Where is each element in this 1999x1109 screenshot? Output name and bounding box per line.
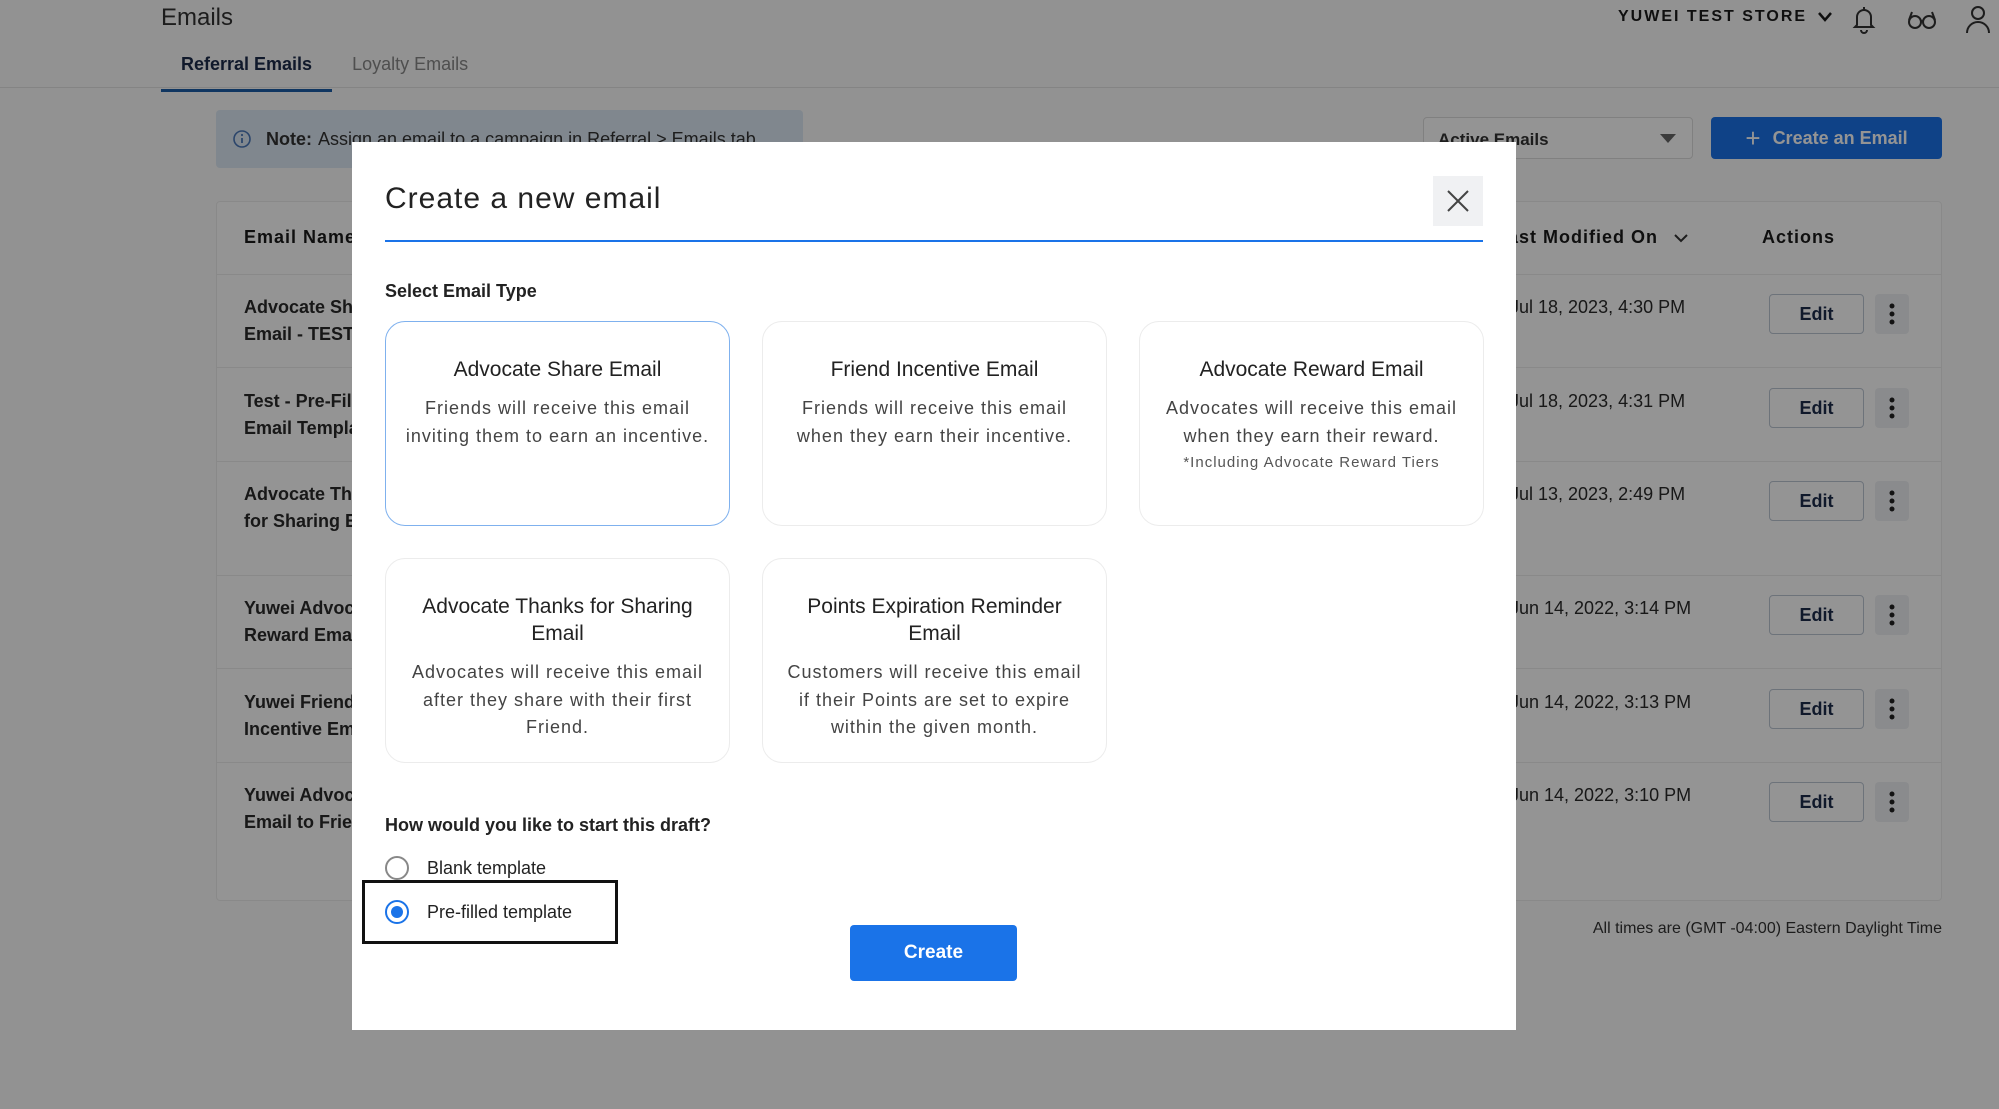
card-title: Points Expiration Reminder Email — [807, 595, 1062, 645]
card-description: Advocates will receive this email when t… — [1165, 398, 1458, 446]
card-description: Advocates will receive this email after … — [411, 662, 704, 737]
card-description: Friends will receive this email inviting… — [405, 398, 710, 446]
modal-title: Create a new email — [385, 182, 662, 215]
create-email-modal: Create a new email Select Email Type Adv… — [352, 142, 1516, 1030]
card-title: Advocate Thanks for Sharing Email — [422, 595, 693, 645]
create-button[interactable]: Create — [850, 925, 1017, 981]
close-button[interactable] — [1433, 176, 1483, 226]
selection-highlight-box — [362, 880, 618, 944]
close-icon — [1447, 190, 1469, 212]
select-email-type-label: Select Email Type — [385, 281, 537, 301]
email-type-advocate-reward[interactable]: Advocate Reward Email Advocates will rec… — [1139, 321, 1484, 526]
card-title: Advocate Share Email — [453, 358, 662, 381]
card-title: Friend Incentive Email — [830, 358, 1039, 381]
card-title: Advocate Reward Email — [1199, 358, 1424, 381]
card-description: Customers will receive this email if the… — [787, 662, 1082, 737]
title-divider — [385, 240, 1483, 242]
card-description: Friends will receive this email when the… — [796, 398, 1073, 446]
draft-question-label: How would you like to start this draft? — [385, 815, 712, 835]
radio-button[interactable] — [385, 856, 409, 880]
email-type-advocate-share[interactable]: Advocate Share Email Friends will receiv… — [385, 321, 730, 526]
email-type-advocate-thanks[interactable]: Advocate Thanks for Sharing Email Advoca… — [385, 558, 730, 763]
email-type-points-expiration[interactable]: Points Expiration Reminder Email Custome… — [762, 558, 1107, 763]
radio-label: Blank template — [427, 857, 547, 878]
card-footnote: *Including Advocate Reward Tiers — [1183, 454, 1440, 471]
email-type-friend-incentive[interactable]: Friend Incentive Email Friends will rece… — [762, 321, 1107, 526]
radio-blank-template[interactable]: Blank template — [385, 856, 546, 880]
